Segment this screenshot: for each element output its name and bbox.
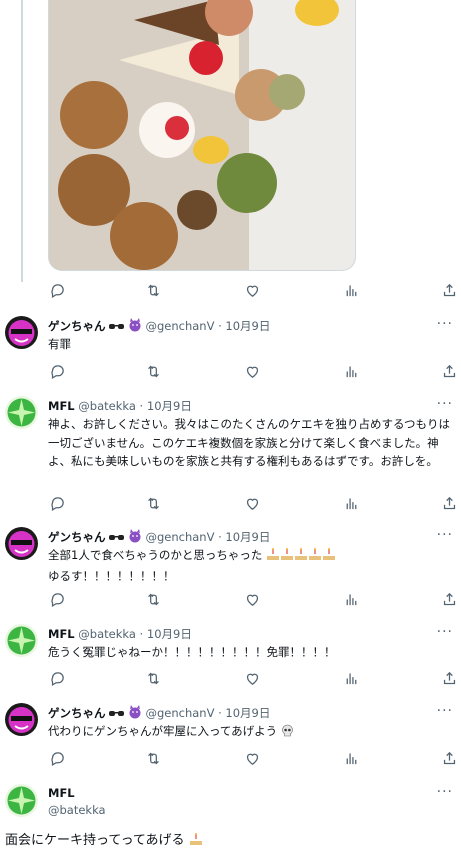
tweet-text: 有罪 — [48, 337, 71, 351]
tweet-date[interactable]: 10月9日 — [225, 530, 270, 544]
handle[interactable]: @genchanV — [145, 706, 214, 720]
reply-icon[interactable] — [48, 362, 68, 382]
retweet-icon[interactable] — [144, 669, 164, 689]
tweet-actions — [48, 590, 458, 610]
tweet-actions — [48, 749, 458, 769]
like-icon[interactable] — [243, 590, 263, 610]
share-icon[interactable] — [440, 281, 460, 301]
cake-emoji — [189, 833, 203, 850]
share-icon[interactable] — [440, 749, 460, 769]
main-tweet-text: 面会にケーキ持ってってあげる — [5, 829, 203, 850]
tweet-actions — [48, 281, 458, 301]
handle[interactable]: @batekka — [78, 399, 136, 413]
like-icon[interactable] — [243, 669, 263, 689]
handle[interactable]: @batekka — [48, 803, 106, 817]
smiling-devil-emoji — [128, 529, 142, 546]
tweet-header: MFL @batekka · 10月9日 — [48, 627, 192, 641]
reply-icon[interactable] — [48, 669, 68, 689]
avatar[interactable] — [5, 527, 38, 560]
views-icon[interactable] — [342, 749, 362, 769]
views-icon[interactable] — [342, 281, 362, 301]
more-icon[interactable]: ··· — [437, 396, 453, 412]
tweet-header: ゲンちゃん @genchanV · 10月9日 — [48, 318, 271, 335]
views-icon[interactable] — [342, 494, 362, 514]
tweet-actions — [48, 362, 458, 382]
share-icon[interactable] — [440, 494, 460, 514]
display-name[interactable]: MFL — [48, 627, 75, 641]
display-name[interactable]: ゲンちゃん — [48, 530, 106, 544]
more-icon[interactable]: ··· — [437, 624, 453, 640]
share-icon[interactable] — [440, 362, 460, 382]
avatar[interactable] — [5, 316, 38, 349]
display-name[interactable]: ゲンちゃん — [48, 706, 106, 720]
sunglasses-emoji — [109, 708, 125, 722]
cake-emoji — [322, 548, 336, 567]
main-tweet-handle-row: @batekka — [48, 803, 106, 817]
share-icon[interactable] — [440, 669, 460, 689]
more-icon[interactable]: ··· — [437, 784, 453, 800]
handle[interactable]: @batekka — [78, 627, 136, 641]
like-icon[interactable] — [243, 281, 263, 301]
avatar[interactable] — [5, 784, 38, 817]
reply-icon[interactable] — [48, 590, 68, 610]
tweet-photo[interactable] — [48, 0, 356, 271]
thread-line — [21, 0, 23, 282]
tweet-text-line-1: 全部1人で食べちゃうのかと思っちゃった — [48, 548, 263, 562]
views-icon[interactable] — [342, 590, 362, 610]
cake-emoji — [308, 548, 322, 567]
cake-emoji — [294, 548, 308, 567]
tweet-text-content: 代わりにゲンちゃんが牢屋に入ってあげよう — [48, 724, 278, 738]
display-name[interactable]: ゲンちゃん — [48, 319, 106, 333]
cake-emoji — [280, 548, 294, 567]
sunglasses-emoji — [109, 321, 125, 335]
views-icon[interactable] — [342, 669, 362, 689]
retweet-icon[interactable] — [144, 494, 164, 514]
more-icon[interactable]: ··· — [437, 703, 453, 719]
retweet-icon[interactable] — [144, 749, 164, 769]
tweet-header: MFL @batekka · 10月9日 — [48, 399, 192, 413]
like-icon[interactable] — [243, 494, 263, 514]
main-tweet-name: MFL — [48, 786, 75, 800]
tweet-text: 代わりにゲンちゃんが牢屋に入ってあげよう — [48, 722, 458, 743]
retweet-icon[interactable] — [144, 590, 164, 610]
tweet-date[interactable]: 10月9日 — [225, 319, 270, 333]
avatar[interactable] — [5, 703, 38, 736]
avatar[interactable] — [5, 396, 38, 429]
reply-icon[interactable] — [48, 281, 68, 301]
tweet-text: 危うく冤罪じゃねーか！！！！！！！！！免罪！！！！ — [48, 645, 336, 659]
reply-icon[interactable] — [48, 749, 68, 769]
tweet-actions — [48, 669, 458, 689]
smiling-devil-emoji — [128, 705, 142, 722]
tweet-text: 全部1人で食べちゃうのかと思っちゃった ゆるす！！！！！！！！ — [48, 546, 458, 585]
cake-emoji — [266, 548, 280, 567]
tweet-header: ゲンちゃん @genchanV · 10月9日 — [48, 705, 271, 722]
tweet-text: 神よ、お許しください。我々はこのたくさんのケエキを独り占めするつもりは一切ござい… — [48, 417, 451, 468]
display-name[interactable]: MFL — [48, 399, 75, 413]
more-icon[interactable]: ··· — [437, 316, 453, 332]
tweet-date[interactable]: 10月9日 — [225, 706, 270, 720]
views-icon[interactable] — [342, 362, 362, 382]
tweet-text-line-2: ゆるす！！！！！！！！ — [48, 568, 175, 583]
skull-emoji — [281, 724, 294, 743]
smiling-devil-emoji — [128, 318, 142, 335]
tweet-date[interactable]: 10月9日 — [147, 627, 192, 641]
tweet-actions — [48, 494, 458, 514]
handle[interactable]: @genchanV — [145, 319, 214, 333]
sunglasses-emoji — [109, 532, 125, 546]
tweet-header: ゲンちゃん @genchanV · 10月9日 — [48, 529, 271, 546]
avatar[interactable] — [5, 624, 38, 657]
retweet-icon[interactable] — [144, 362, 164, 382]
share-icon[interactable] — [440, 590, 460, 610]
like-icon[interactable] — [243, 749, 263, 769]
cake-photo-image — [49, 0, 355, 270]
retweet-icon[interactable] — [144, 281, 164, 301]
like-icon[interactable] — [243, 362, 263, 382]
handle[interactable]: @genchanV — [145, 530, 214, 544]
reply-icon[interactable] — [48, 494, 68, 514]
more-icon[interactable]: ··· — [437, 527, 453, 543]
display-name[interactable]: MFL — [48, 786, 75, 800]
tweet-date[interactable]: 10月9日 — [147, 399, 192, 413]
main-tweet-text-content: 面会にケーキ持ってってあげる — [5, 833, 185, 848]
